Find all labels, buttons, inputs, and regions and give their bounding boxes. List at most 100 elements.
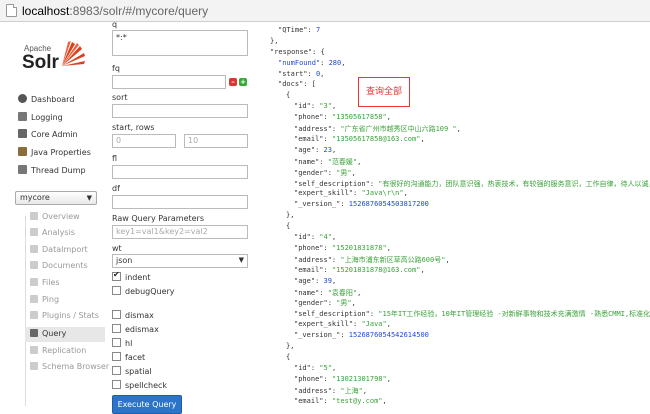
json-token: "13021301798" [331,374,387,383]
json-token: , [386,113,391,122]
json-line: "status": 0, [278,22,329,23]
json-token: , [456,125,461,133]
json-token: "name": [294,157,328,166]
json-token: , [320,69,325,78]
facet-checkbox[interactable]: facet [112,352,145,364]
results-panel[interactable]: "status": 0, "QTime": 7}, "response": {"nu… [258,22,650,412]
json-token: "phone": [294,243,332,252]
json-line: "email": "test@y.com", [294,397,387,405]
json-token: "self_description": [294,179,379,188]
nav-dataimport[interactable]: DataImport [25,245,105,260]
json-line: { [286,353,290,361]
raw-query-label: Raw Query Parameters [112,214,205,223]
nav-plugins-stats[interactable]: Plugins / Stats [25,311,105,326]
json-token: "15年IT工作经验，10年IT管理经验 -对新鲜事物和技术充满激情 -熟悉CM… [378,310,650,319]
dataimport-icon [30,245,38,253]
query-form: q *:* fq – + sort start, rows 0 10 fl df… [108,20,258,414]
dismax-checkbox[interactable]: dismax [112,310,154,322]
json-token: , [331,363,337,372]
execute-query-button[interactable]: Execute Query [112,395,182,414]
nav-thread-dump[interactable]: Thread Dump [18,165,86,181]
indent-checkbox[interactable]: indent [112,270,151,284]
hl-checkbox[interactable]: hl [112,338,132,350]
json-line: "email": "15201831878@163.com", [294,266,425,274]
fl-label: fl [112,154,118,163]
json-token: "13505617858@163.com" [331,134,421,143]
url-text[interactable]: localhost:8983/solr/#/mycore/query [22,4,208,18]
schema-browser-icon [30,362,38,370]
core-selector-value: mycore [20,193,50,202]
java-properties-icon [18,147,27,156]
remove-fq-button[interactable]: – [229,78,237,86]
ping-icon [30,295,38,303]
json-token: }, [286,211,295,220]
nav-java-properties[interactable]: Java Properties [18,147,91,163]
replication-icon [30,346,38,354]
address-bar[interactable]: localhost:8983/solr/#/mycore/query [0,0,650,22]
logo-solr-text: Solr [22,52,59,73]
json-line: "id": "5", [294,364,336,372]
json-line: "self_description": "有很好的沟通能力，团队意识强，热衷技术… [294,179,650,189]
json-token: , [351,168,356,177]
add-fq-button[interactable]: + [239,78,247,86]
nav-query[interactable]: Query [25,327,105,342]
json-token: { [286,222,291,231]
json-line: }, [270,37,278,45]
chevron-down-icon: ▼ [238,256,244,264]
nav-schema-browser[interactable]: Schema Browser [25,362,109,377]
spellcheck-checkbox[interactable]: spellcheck [112,380,167,392]
json-line: "QTime": 7 [278,26,320,34]
json-token: , [382,396,387,405]
nav-core-admin[interactable]: Core Admin [18,129,78,145]
json-token: "男" [336,168,352,177]
checkbox-icon [112,366,121,375]
json-line: "phone": "13021301798", [294,375,391,383]
nav-ping[interactable]: Ping [25,295,105,310]
fq-input[interactable] [112,75,226,89]
json-token: , [420,265,425,274]
solr-sun-icon [62,41,85,66]
json-line: }, [286,211,294,219]
overview-icon [30,212,38,220]
core-selector[interactable]: mycore ▼ [15,191,97,205]
json-token: "范春媛" [327,157,358,166]
df-input[interactable] [112,195,248,209]
json-token: , [331,102,337,111]
spatial-checkbox[interactable]: spatial [112,366,152,378]
rows-input[interactable]: 10 [184,134,248,148]
checkbox-icon [112,352,121,361]
solr-logo[interactable]: Apache Solr [20,40,100,90]
nav-files[interactable]: Files [25,278,105,293]
start-input[interactable]: 0 [112,134,176,148]
json-token: "start": [278,69,316,78]
json-token: "phone": [294,374,332,383]
json-token: "id": [294,233,320,241]
json-token: "age": [294,145,324,154]
json-token: "上海" [340,386,363,395]
json-token: , [362,386,368,395]
json-line: "_version_": 1526876054503817200 [294,200,429,208]
nav-dashboard[interactable]: Dashboard [18,94,74,110]
json-token: "email": [294,134,332,143]
json-line: "address": "广东省广州市越秀区中山六路109 ", [294,124,461,134]
wt-select[interactable]: json ▼ [112,254,248,268]
nav-logging[interactable]: Logging [18,112,63,128]
q-input[interactable]: *:* [112,30,248,56]
json-line: }, [286,342,294,350]
json-token: "有很好的沟通能力，团队意识强，热衷技术，有较强的服务意识，工作自律，待人以诚，… [378,179,650,188]
nav-analysis[interactable]: Analysis [25,228,105,243]
json-line: "age": 39, [294,277,336,285]
edismax-checkbox[interactable]: edismax [112,324,159,336]
thread-dump-icon [18,165,27,174]
nav-replication[interactable]: Replication [25,346,105,361]
sort-input[interactable] [112,104,248,118]
fl-input[interactable] [112,165,248,179]
debug-query-checkbox[interactable]: debugQuery [112,286,175,298]
raw-query-input[interactable]: key1=val1&key2=val2 [112,225,248,239]
json-token: : [320,58,329,67]
json-line: "name": "袁春阳", [294,288,361,298]
logging-icon [18,112,27,121]
nav-overview[interactable]: Overview [25,212,105,227]
nav-documents[interactable]: Documents [25,261,105,276]
json-line: "expert_skill": "Java\r\n", [294,189,408,197]
